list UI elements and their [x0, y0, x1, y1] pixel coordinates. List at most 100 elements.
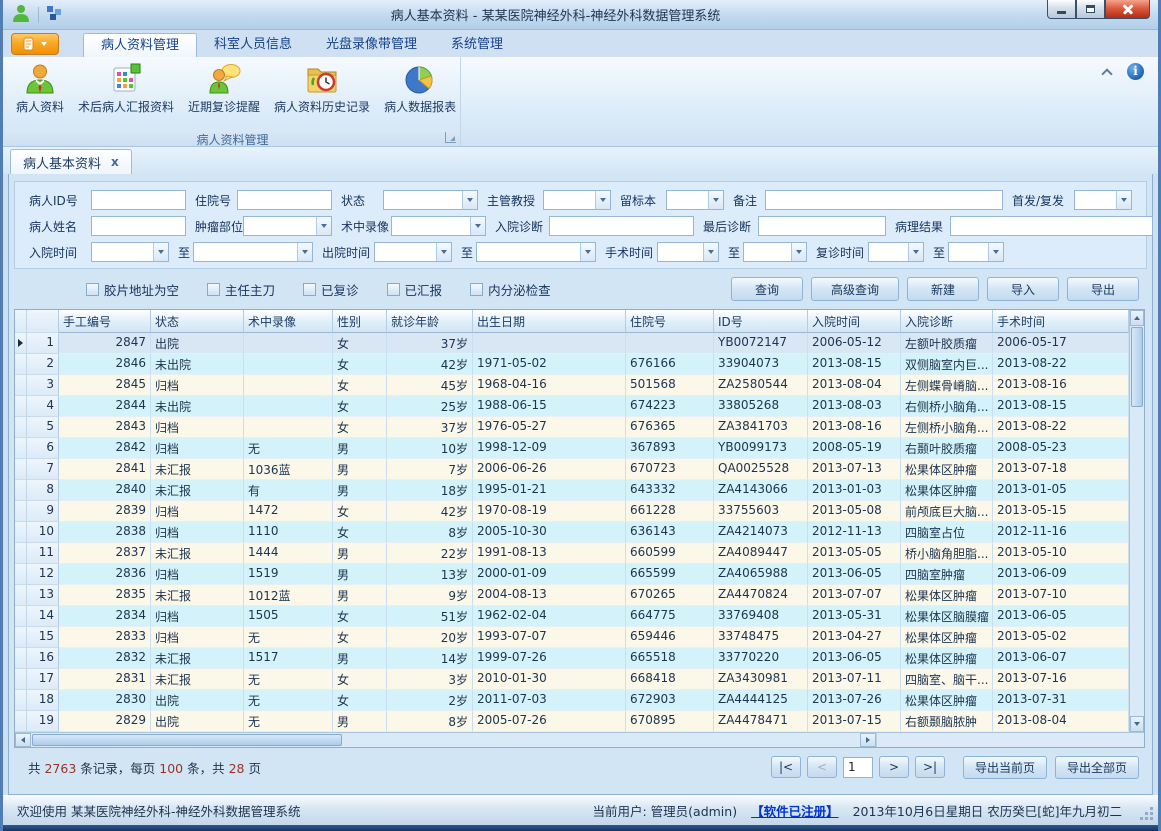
- import-button[interactable]: 导入: [987, 277, 1059, 301]
- last-page-button[interactable]: >|: [915, 756, 945, 778]
- discharge-date-to-select[interactable]: [476, 242, 596, 262]
- ribbon-button[interactable]: 术后病人汇报资料: [71, 59, 181, 128]
- table-row[interactable]: 152833归档无女20岁1993-07-0765944633748475201…: [15, 627, 1129, 648]
- ribbon-tab[interactable]: 光盘录像带管理: [309, 33, 434, 57]
- chevron-down-icon[interactable]: [1116, 191, 1131, 209]
- dialog-launcher-icon[interactable]: [445, 132, 456, 143]
- chevron-down-icon[interactable]: [703, 243, 718, 261]
- chevron-down-icon[interactable]: [988, 243, 1003, 261]
- application-menu-button[interactable]: [11, 33, 59, 55]
- chevron-down-icon[interactable]: [595, 191, 610, 209]
- new-button[interactable]: 新建: [907, 277, 979, 301]
- resize-grip[interactable]: [1150, 817, 1153, 820]
- previous-page-button[interactable]: <: [807, 756, 837, 778]
- column-header[interactable]: ID号: [714, 310, 808, 333]
- final-diagnosis-input[interactable]: [758, 216, 886, 236]
- advanced-query-button[interactable]: 高级查询: [811, 277, 899, 301]
- minimize-button[interactable]: [1047, 0, 1076, 19]
- chevron-down-icon[interactable]: [908, 243, 923, 261]
- ribbon-button[interactable]: 病人数据报表: [377, 59, 463, 128]
- collapse-ribbon-icon[interactable]: [1101, 68, 1112, 79]
- ribbon-tab[interactable]: 病人资料管理: [83, 33, 197, 57]
- column-header[interactable]: 入院时间: [808, 310, 901, 333]
- column-header[interactable]: 性别: [333, 310, 387, 333]
- first-page-button[interactable]: |<: [771, 756, 801, 778]
- pathology-result-input[interactable]: [950, 216, 1153, 236]
- ribbon-button[interactable]: 近期复诊提醒: [181, 59, 267, 128]
- surgery-date-to-select[interactable]: [743, 242, 807, 262]
- chevron-down-icon[interactable]: [791, 243, 806, 261]
- revisited-checkbox[interactable]: 已复诊: [303, 280, 359, 299]
- table-row[interactable]: 172831未汇报无女3岁2010-01-30668418ZA343098120…: [15, 669, 1129, 690]
- page-number-input[interactable]: [843, 757, 873, 778]
- endocrine-exam-checkbox[interactable]: 内分泌检查: [470, 280, 551, 299]
- info-icon[interactable]: i: [1127, 63, 1144, 80]
- table-row[interactable]: 92839归档1472女42岁1970-08-19661228337556032…: [15, 501, 1129, 522]
- admission-date-to-select[interactable]: [193, 242, 313, 262]
- horizontal-scroll-track[interactable]: [343, 733, 860, 747]
- chevron-down-icon[interactable]: [470, 217, 485, 235]
- chevron-down-icon[interactable]: [462, 191, 477, 209]
- close-button[interactable]: [1105, 0, 1150, 19]
- revisit-date-to-select[interactable]: [948, 242, 1004, 262]
- admission-diagnosis-input[interactable]: [549, 216, 694, 236]
- grid-layout-icon[interactable]: [46, 5, 62, 25]
- table-row[interactable]: 102838归档1110女8岁2005-10-30636143ZA4214073…: [15, 522, 1129, 543]
- table-row[interactable]: 52843归档女37岁1976-05-27676365ZA38417032013…: [15, 417, 1129, 438]
- column-header[interactable]: 住院号: [626, 310, 714, 333]
- scroll-right-button[interactable]: [860, 733, 876, 747]
- scroll-down-button[interactable]: [1130, 716, 1144, 732]
- chevron-down-icon[interactable]: [153, 243, 168, 261]
- maximize-button[interactable]: [1076, 0, 1105, 19]
- reported-checkbox[interactable]: 已汇报: [387, 280, 443, 299]
- tumor-site-select[interactable]: [243, 216, 332, 236]
- horizontal-scroll-thumb[interactable]: [32, 734, 342, 746]
- vertical-scrollbar[interactable]: [1129, 310, 1144, 732]
- table-row[interactable]: 122836归档1519男13岁2000-01-09665599ZA406598…: [15, 564, 1129, 585]
- first-or-recurrence-select[interactable]: [1074, 190, 1132, 210]
- next-page-button[interactable]: >: [879, 756, 909, 778]
- chevron-down-icon[interactable]: [436, 243, 451, 261]
- table-row[interactable]: 132835未汇报1012蓝男9岁2004-08-13670265ZA44708…: [15, 585, 1129, 606]
- query-button[interactable]: 查询: [731, 277, 803, 301]
- vertical-scroll-thumb[interactable]: [1131, 327, 1143, 407]
- chevron-down-icon[interactable]: [708, 191, 723, 209]
- column-header[interactable]: 出生日期: [473, 310, 626, 333]
- table-row[interactable]: 12847出院女37岁YB00721472006-05-12左额叶胶质瘤2006…: [15, 333, 1129, 354]
- export-current-page-button[interactable]: 导出当前页: [963, 756, 1047, 779]
- chevron-down-icon[interactable]: [316, 217, 331, 235]
- column-header[interactable]: 手术时间: [993, 310, 1129, 333]
- chief-professor-select[interactable]: [543, 190, 611, 210]
- specimen-kept-select[interactable]: [666, 190, 724, 210]
- ribbon-button[interactable]: 病人资料历史记录: [267, 59, 377, 128]
- discharge-date-from-select[interactable]: [374, 242, 452, 262]
- admission-date-from-select[interactable]: [91, 242, 169, 262]
- table-row[interactable]: 22846未出院女42岁1971-05-02676166339040732013…: [15, 354, 1129, 375]
- column-header[interactable]: 手工编号: [59, 310, 151, 333]
- software-registered-link[interactable]: 【软件已注册】: [751, 801, 839, 820]
- ribbon-tab[interactable]: 系统管理: [434, 33, 520, 57]
- table-row[interactable]: 112837未汇报1444男22岁1991-08-13660599ZA40894…: [15, 543, 1129, 564]
- patient-id-input[interactable]: [91, 190, 186, 210]
- intraop-video-select[interactable]: [391, 216, 486, 236]
- table-row[interactable]: 32845归档女45岁1968-04-16501568ZA25805442013…: [15, 375, 1129, 396]
- table-row[interactable]: 82840未汇报有男18岁1995-01-21643332ZA414306620…: [15, 480, 1129, 501]
- column-header[interactable]: 状态: [151, 310, 244, 333]
- table-row[interactable]: 42844未出院女25岁1988-06-15674223338052682013…: [15, 396, 1129, 417]
- table-row[interactable]: 182830出院无女2岁2011-07-03672903ZA4444125201…: [15, 690, 1129, 711]
- film-address-empty-checkbox[interactable]: 胶片地址为空: [86, 280, 179, 299]
- surgery-date-from-select[interactable]: [657, 242, 719, 262]
- patient-name-input[interactable]: [91, 216, 186, 236]
- ribbon-button[interactable]: 病人资料: [9, 59, 71, 128]
- chief-surgeon-checkbox[interactable]: 主任主刀: [207, 280, 275, 299]
- horizontal-scrollbar[interactable]: [15, 732, 1144, 747]
- admission-no-input[interactable]: [237, 190, 332, 210]
- table-row[interactable]: 162832未汇报1517男14岁1999-07-266655183377022…: [15, 648, 1129, 669]
- export-button[interactable]: 导出: [1067, 277, 1139, 301]
- revisit-date-from-select[interactable]: [868, 242, 924, 262]
- table-row[interactable]: 62842归档无男10岁1998-12-09367893YB0099173200…: [15, 438, 1129, 459]
- remarks-input[interactable]: [765, 190, 1003, 210]
- scroll-left-button[interactable]: [15, 733, 31, 747]
- ribbon-tab[interactable]: 科室人员信息: [197, 33, 309, 57]
- table-row[interactable]: 142834归档1505女51岁1962-02-0466477533769408…: [15, 606, 1129, 627]
